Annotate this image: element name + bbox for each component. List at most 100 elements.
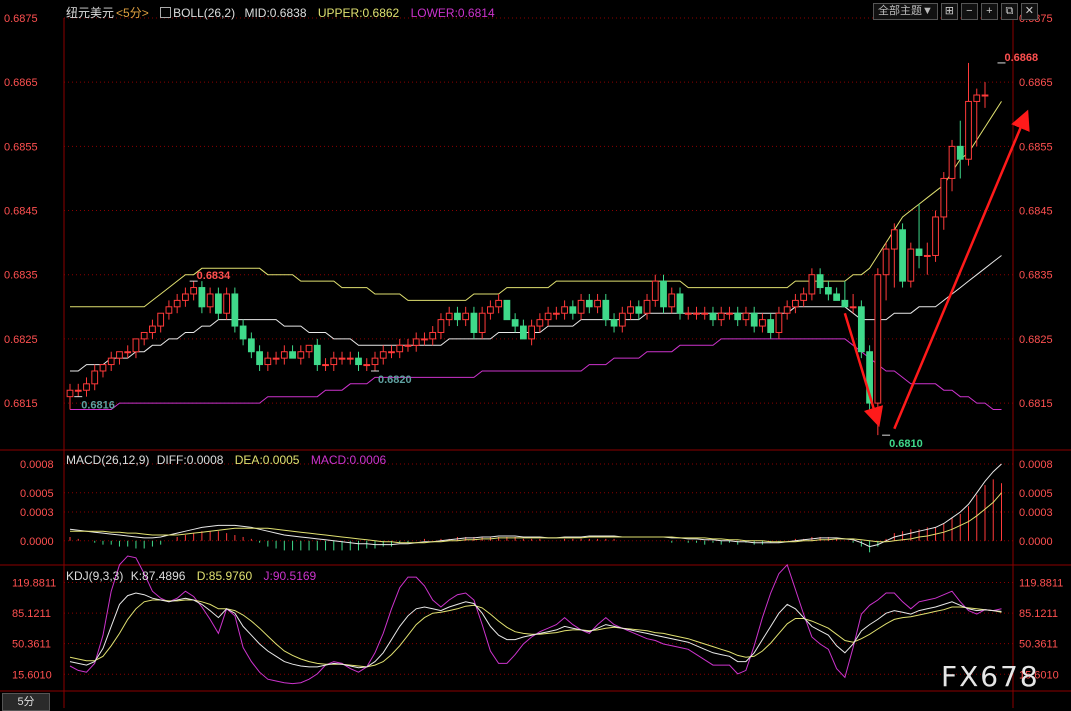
candle-body <box>627 306 634 314</box>
kdj-tick-right: 50.3611 <box>1019 639 1058 651</box>
plus-icon[interactable]: + <box>980 3 998 20</box>
candle-body <box>239 325 247 340</box>
candle-body <box>223 293 231 314</box>
macd-panel: 0.0008 0.0008 0.0005 0.0005 0.0003 0.0003 0.00… <box>20 459 1053 553</box>
minus-icon[interactable]: − <box>960 3 978 20</box>
price-tick-left: 0.6815 <box>4 398 38 410</box>
candle-body <box>890 229 898 250</box>
candle-body <box>775 312 783 333</box>
price-gridlines <box>64 17 1013 404</box>
candle-body <box>577 299 585 314</box>
candle-body <box>528 325 536 340</box>
candle-body <box>305 344 313 353</box>
price-tick-left: 0.6845 <box>4 206 38 218</box>
candle-body <box>322 364 329 367</box>
candle-body <box>396 344 404 353</box>
price-tick-right: 0.6825 <box>1019 334 1053 346</box>
candle-body <box>965 100 972 160</box>
restore-icon[interactable]: ⧉ <box>1000 3 1018 20</box>
candle-body <box>800 293 808 301</box>
candle-body <box>956 145 964 160</box>
candle-body <box>660 280 667 308</box>
candle-body <box>280 351 288 359</box>
price-header: 纽元美元 <5分> BOLL(26,2) MID:0.6838 UPPER:0.6… <box>66 4 503 21</box>
candle-body <box>857 306 865 353</box>
candle-body <box>379 351 387 359</box>
candle-body <box>462 312 470 321</box>
candle-body <box>676 293 684 314</box>
candle-body <box>421 338 428 341</box>
price-tick-left: 0.6835 <box>4 270 38 282</box>
theme-select-button[interactable]: 全部主题▼ <box>873 3 938 20</box>
candle-body <box>923 254 931 257</box>
candle-body <box>940 177 948 218</box>
kdj-j: J:90.5169 <box>263 569 317 583</box>
candle-body <box>643 299 651 314</box>
macd-tick-right: 0.0005 <box>1019 488 1053 500</box>
candle-body <box>116 351 123 359</box>
price-axis-labels: 0.68750.68750.68650.68650.68550.68550.68… <box>4 13 1053 410</box>
candle-body <box>478 312 486 333</box>
candle-body <box>264 357 272 366</box>
boll-bands <box>70 101 1002 410</box>
candle-body <box>808 274 816 295</box>
macd-tick-left: 0.0003 <box>20 507 54 519</box>
close-icon[interactable]: ✕ <box>1020 3 1038 20</box>
candle-body <box>981 94 989 97</box>
candle-body <box>552 312 560 315</box>
candle-body <box>693 312 700 315</box>
watermark-logo: FX678 <box>941 660 1040 693</box>
candle-body <box>247 338 255 353</box>
candle-body <box>750 312 758 327</box>
price-tick-left: 0.6825 <box>4 334 38 346</box>
chart-frame <box>0 18 1071 708</box>
candle-body <box>214 293 222 314</box>
candle-body <box>149 325 156 333</box>
macd-tick-left: 0.0000 <box>20 536 54 548</box>
macd-name: MACD(26,12,9) <box>66 453 150 467</box>
candle-body <box>841 299 849 308</box>
candle-body <box>404 344 412 347</box>
candle-body <box>849 306 857 309</box>
candle-body <box>297 351 305 359</box>
candle-body <box>206 293 214 308</box>
macd-tick-right: 0.0008 <box>1019 459 1053 471</box>
candle-body <box>198 287 206 308</box>
candle-body <box>907 248 915 282</box>
chart-toolbar: 全部主题▼ ⊞ − + ⧉ ✕ <box>873 3 1038 20</box>
price-tick-right: 0.6855 <box>1019 141 1053 153</box>
annotation-label: 0.6868 <box>1004 52 1038 64</box>
candle-body <box>717 312 725 321</box>
period-tab-5min[interactable]: 5分 <box>2 693 50 711</box>
candle-body <box>289 351 296 359</box>
macd-header: MACD(26,12,9) DIFF:0.0008 DEA:0.0005 MAC… <box>66 453 394 467</box>
annotation-label: 0.6834 <box>197 270 232 282</box>
candle-body <box>99 364 107 372</box>
chart-stage: 0.6816 0.6834 0.6820 0.6810 0.6868 0.6875 0.6… <box>0 13 1071 708</box>
candle-body <box>182 293 189 301</box>
candle-body <box>684 312 692 315</box>
grid-icon[interactable]: ⊞ <box>940 3 958 20</box>
boll-legend-icon <box>160 7 172 18</box>
macd-tick-right: 0.0003 <box>1019 507 1053 519</box>
candle-body <box>454 312 461 321</box>
macd-value: MACD:0.0006 <box>310 453 387 467</box>
price-tick-right: 0.6815 <box>1019 398 1053 410</box>
kdj-header: KDJ(9,3,3) K:87.4896 D:85.9760 J:90.5169 <box>66 569 324 583</box>
candle-body <box>618 312 626 327</box>
boll-name: BOLL(26,2) <box>173 6 236 20</box>
candle-body <box>173 299 181 308</box>
candle-body <box>412 338 420 346</box>
boll-lower: LOWER:0.6814 <box>410 6 495 20</box>
candle-body <box>371 357 379 366</box>
kdj-k: K:87.4896 <box>130 569 186 583</box>
candle-body <box>701 312 709 315</box>
macd-diff: DIFF:0.0008 <box>156 453 224 467</box>
candle-body <box>668 293 676 308</box>
candle-body <box>561 306 568 314</box>
candle-body <box>330 357 338 366</box>
candle-body <box>429 331 437 340</box>
candle-body <box>132 338 140 353</box>
candle-body <box>948 145 956 179</box>
candle-body <box>445 312 453 321</box>
